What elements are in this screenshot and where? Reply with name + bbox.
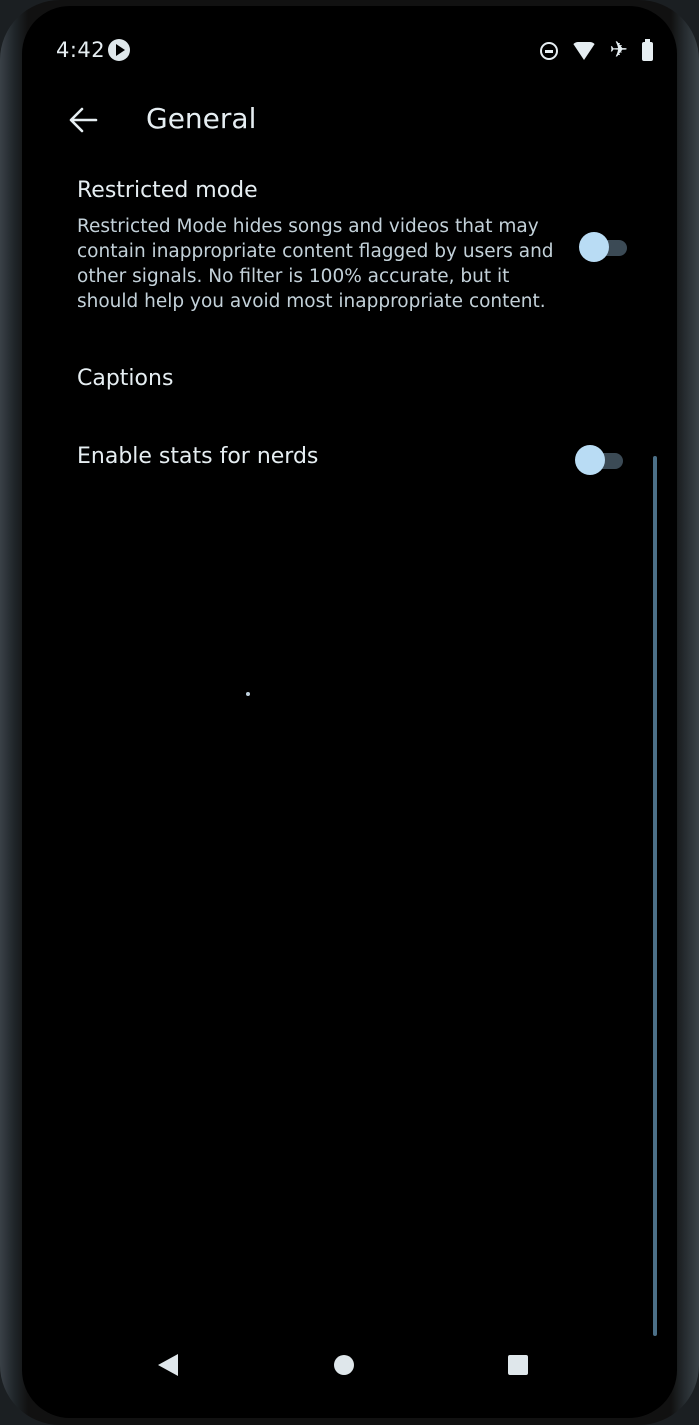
captions-setting[interactable]: Captions [22, 356, 677, 416]
do-not-disturb-icon [539, 42, 558, 60]
battery-icon [642, 38, 653, 61]
restricted-mode-setting[interactable]: Restricted mode Restricted Mode hides so… [22, 176, 677, 326]
wifi-icon [571, 42, 596, 60]
navigation-bar [22, 1336, 677, 1396]
arrow-back-icon [69, 107, 98, 133]
nav-recents-icon[interactable] [508, 1355, 528, 1375]
restricted-mode-toggle[interactable] [579, 232, 629, 264]
scrollbar[interactable] [653, 456, 657, 1336]
status-bar: 4:42 ✈ [22, 34, 677, 70]
captions-title: Captions [77, 366, 174, 391]
airplane-mode-icon: ✈ [609, 38, 628, 63]
nav-home-icon[interactable] [334, 1355, 354, 1375]
page-title: General [146, 102, 257, 135]
stats-for-nerds-title: Enable stats for nerds [77, 444, 319, 469]
touch-indicator-dot [246, 692, 250, 696]
back-button[interactable] [62, 98, 106, 142]
screen: 4:42 ✈ General Restricted mode Restricte… [22, 6, 677, 1418]
restricted-mode-title: Restricted mode [77, 178, 258, 203]
media-play-icon [108, 39, 130, 61]
phone-frame: 4:42 ✈ General Restricted mode Restricte… [0, 0, 699, 1425]
toggle-thumb [575, 445, 605, 475]
stats-for-nerds-setting[interactable]: Enable stats for nerds [22, 434, 677, 494]
stats-for-nerds-toggle[interactable] [575, 445, 625, 477]
toggle-thumb [579, 232, 609, 262]
restricted-mode-description: Restricted Mode hides songs and videos t… [77, 216, 554, 312]
nav-back-icon[interactable] [158, 1354, 178, 1376]
app-bar: General [22, 90, 677, 150]
status-time: 4:42 [56, 38, 106, 62]
status-icons: ✈ [539, 38, 653, 64]
